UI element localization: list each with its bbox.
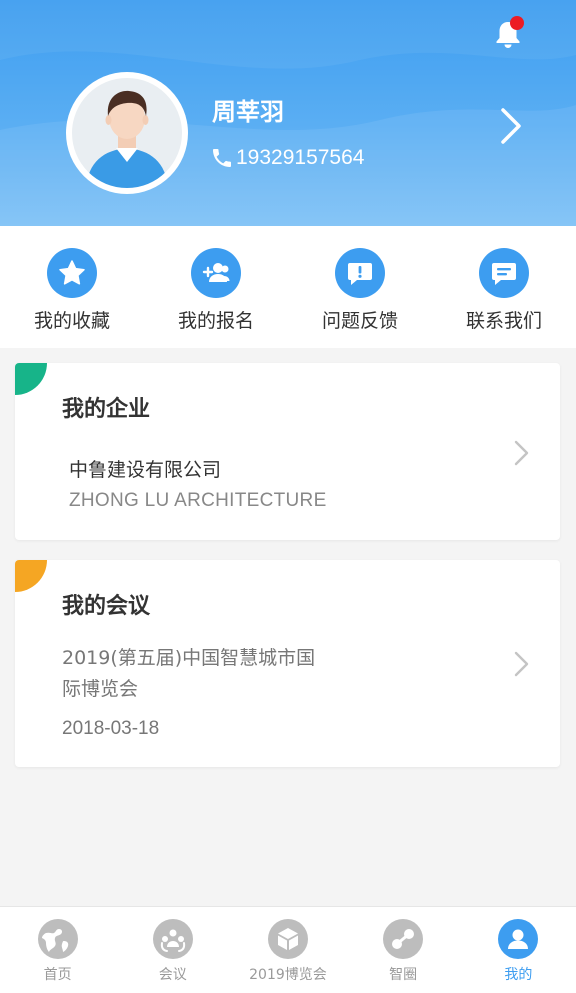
profile-header: 周莘羽 19329157564 — [0, 0, 576, 226]
avatar-illustration — [72, 78, 182, 188]
quick-action-label: 问题反馈 — [321, 310, 398, 332]
avatar[interactable] — [66, 72, 188, 194]
chevron-right-icon[interactable] — [498, 106, 524, 146]
my-meeting-card[interactable]: 我的会议 2019(第五届)中国智慧城市国 际博览会 2018-03-18 — [15, 560, 560, 767]
star-icon — [47, 248, 97, 298]
my-enterprise-card[interactable]: 我的企业 中鲁建设有限公司 ZHONG LU ARCHITECTURE — [15, 363, 560, 540]
cube-icon — [267, 919, 308, 959]
tab-expo[interactable]: 2019博览会 — [230, 907, 345, 993]
phone-icon — [213, 149, 231, 167]
username: 周莘羽 — [212, 98, 284, 126]
quick-action-feedback[interactable]: 问题反馈 — [288, 226, 432, 348]
tab-label: 首页 — [43, 967, 72, 983]
quick-action-label: 我的收藏 — [33, 310, 110, 332]
meeting-name-line: 2019(第五届)中国智慧城市国 — [62, 647, 316, 669]
company-name: 中鲁建设有限公司 — [69, 459, 222, 481]
card-title: 我的会议 — [62, 594, 151, 619]
quick-actions-bar: 我的收藏 我的报名 问题反馈 联系我们 — [0, 226, 576, 348]
quick-action-favorites[interactable]: 我的收藏 — [0, 226, 144, 348]
bottom-tab-bar: 首页 会议 2019博览会 智圈 我的 — [0, 906, 576, 993]
add-user-icon — [191, 248, 241, 298]
meeting-icon — [152, 919, 193, 959]
notification-dot — [510, 16, 524, 30]
circle-icon — [383, 919, 424, 959]
quick-action-label: 联系我们 — [465, 310, 542, 332]
card-title: 我的企业 — [62, 397, 151, 422]
tab-label: 智圈 — [389, 967, 418, 983]
chevron-right-icon — [514, 651, 529, 677]
tab-meeting[interactable]: 会议 — [115, 907, 230, 993]
tab-label: 我的 — [504, 967, 533, 983]
phone-number: 19329157564 — [236, 146, 365, 169]
phone-row: 19329157564 — [210, 146, 364, 170]
quick-action-label: 我的报名 — [177, 310, 254, 332]
user-icon — [498, 919, 539, 959]
tab-home[interactable]: 首页 — [0, 907, 115, 993]
tab-label: 2019博览会 — [249, 967, 327, 983]
globe-icon — [37, 919, 78, 959]
tab-mine[interactable]: 我的 — [461, 907, 576, 993]
card-corner-accent — [15, 560, 47, 592]
meeting-date: 2018-03-18 — [62, 718, 160, 739]
quick-action-contact[interactable]: 联系我们 — [432, 226, 576, 348]
meeting-name-line: 际博览会 — [62, 678, 139, 700]
card-corner-accent — [15, 363, 47, 395]
company-name-en: ZHONG LU ARCHITECTURE — [69, 490, 327, 511]
message-icon — [479, 248, 529, 298]
chevron-right-icon — [514, 440, 529, 466]
feedback-icon — [335, 248, 385, 298]
tab-circle[interactable]: 智圈 — [346, 907, 461, 993]
quick-action-registrations[interactable]: 我的报名 — [144, 226, 288, 348]
tab-label: 会议 — [158, 967, 187, 983]
meeting-name: 2019(第五届)中国智慧城市国 际博览会 — [62, 643, 315, 705]
